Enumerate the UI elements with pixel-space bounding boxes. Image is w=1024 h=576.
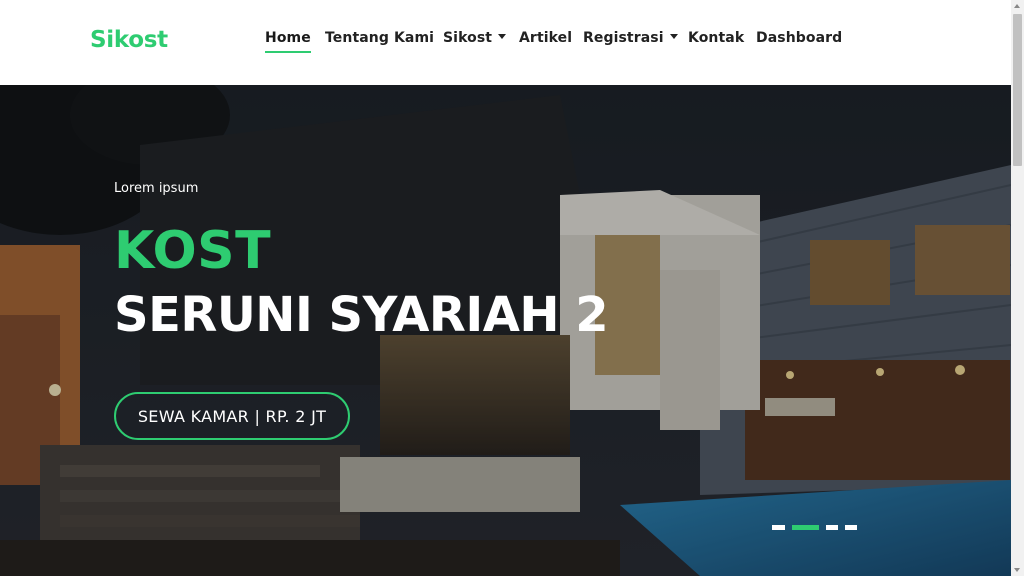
nav-item-home[interactable]: Home	[265, 30, 311, 53]
hero-title-kost: KOST	[114, 221, 272, 281]
nav-item-artikel[interactable]: Artikel	[519, 30, 572, 46]
scroll-up-arrow-icon[interactable]	[1014, 4, 1020, 8]
navbar: Sikost Home Tentang Kami Sikost Artikel …	[0, 0, 1011, 86]
hero-title-name: SERUNI SYARIAH 2	[114, 287, 609, 343]
brand-logo[interactable]: Sikost	[90, 27, 168, 53]
carousel-indicator-2[interactable]	[792, 525, 819, 530]
nav-item-kontak[interactable]: Kontak	[688, 30, 744, 46]
sewa-kamar-button[interactable]: SEWA KAMAR | RP. 2 JT	[114, 392, 350, 440]
carousel-indicator-4[interactable]	[845, 525, 857, 530]
chevron-down-icon	[669, 34, 678, 39]
nav-item-sikost-label: Sikost	[443, 30, 493, 46]
hero-carousel: Lorem ipsum KOST SERUNI SYARIAH 2 SEWA K…	[0, 85, 1011, 576]
carousel-indicator-1[interactable]	[772, 525, 785, 530]
nav-item-sikost[interactable]: Sikost	[443, 30, 507, 46]
scroll-down-arrow-icon[interactable]	[1014, 568, 1020, 572]
scrollbar-thumb[interactable]	[1013, 14, 1022, 166]
page-scrollbar[interactable]	[1011, 0, 1024, 576]
carousel-indicator-3[interactable]	[826, 525, 838, 530]
chevron-down-icon	[498, 34, 507, 39]
nav-item-registrasi-label: Registrasi	[583, 30, 664, 46]
nav-item-registrasi[interactable]: Registrasi	[583, 30, 678, 46]
nav-item-tentang-kami[interactable]: Tentang Kami	[325, 30, 434, 46]
nav-item-dashboard[interactable]: Dashboard	[756, 30, 842, 46]
hero-eyebrow: Lorem ipsum	[114, 181, 199, 196]
